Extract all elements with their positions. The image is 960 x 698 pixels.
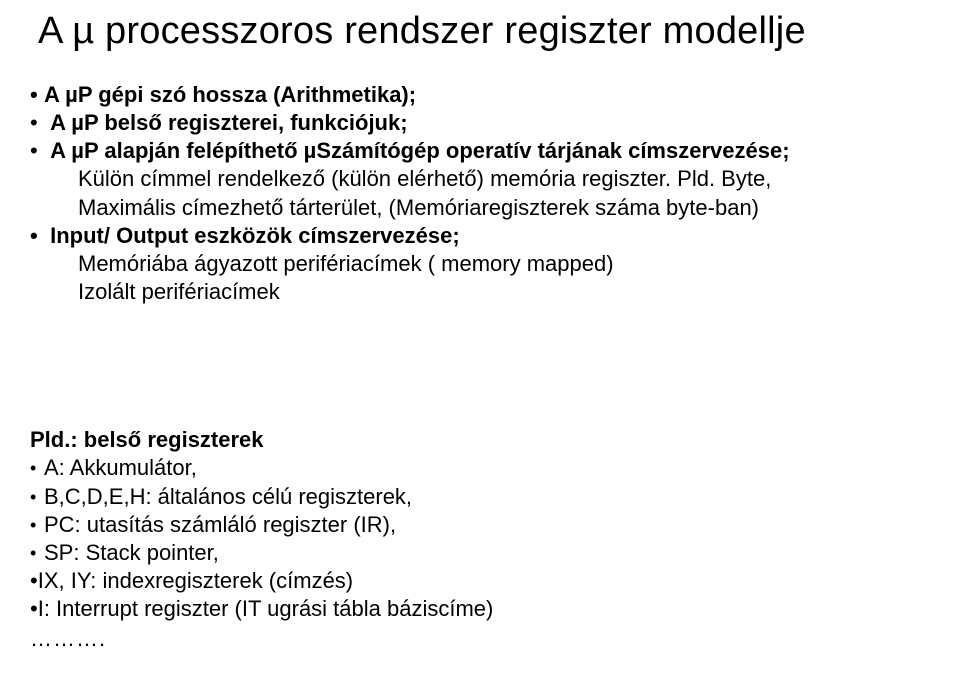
list-item: A: Akkumulátor, [30, 454, 930, 482]
bullet-line: A µP gépi szó hossza (Arithmetika); [30, 81, 930, 109]
slide-title: A µ processzoros rendszer regiszter mode… [38, 10, 930, 53]
subsection-header: Pld.: belső regiszterek [30, 426, 930, 454]
text: IX, IY: indexregiszterek (címzés) [38, 568, 353, 593]
bullet-line: Input/ Output eszközök címszervezése; [16, 222, 930, 250]
text: B,C,D,E,H: általános célú regiszterek, [44, 484, 412, 509]
text: I: Interrupt regiszter (IT ugrási tábla … [38, 596, 494, 621]
slide-page: A µ processzoros rendszer regiszter mode… [0, 0, 960, 698]
list-item: B,C,D,E,H: általános célú regiszterek, [30, 483, 930, 511]
text: A: Akkumulátor, [44, 455, 197, 480]
list-item: •I: Interrupt regiszter (IT ugrási tábla… [30, 595, 930, 623]
spacer [30, 306, 930, 426]
list-item: •IX, IY: indexregiszterek (címzés) [30, 567, 930, 595]
sub-line: Izolált perifériacímek [30, 278, 930, 306]
bullet-line: A µP belső regiszterei, funkciójuk; [30, 109, 930, 137]
text: A µP belső regiszterei, funkciójuk; [50, 110, 407, 135]
text: PC: utasítás számláló regiszter (IR), [44, 512, 396, 537]
text: µSzámítógép [304, 138, 440, 163]
bullet-line: A µP alapján felépíthető µSzámítógép ope… [30, 137, 930, 165]
sub-line: Memóriába ágyazott perifériacímek ( memo… [30, 250, 930, 278]
section-1: A µP gépi szó hossza (Arithmetika); A µP… [30, 81, 930, 306]
text: A µP alapján felépíthető [50, 138, 304, 163]
sub-line: Külön címmel rendelkező (külön elérhető)… [30, 165, 930, 193]
section-2: Pld.: belső regiszterek A: Akkumulátor, … [30, 426, 930, 653]
text: Input/ Output eszközök címszervezése; [50, 223, 460, 248]
list-item: PC: utasítás számláló regiszter (IR), [30, 511, 930, 539]
sub-line: Maximális címezhető tárterület, (Memória… [30, 194, 930, 222]
text: operatív tárjának címszervezése; [440, 138, 790, 163]
text: SP: Stack pointer, [44, 540, 219, 565]
list-item: SP: Stack pointer, [30, 539, 930, 567]
ellipsis: ………. [30, 625, 930, 653]
